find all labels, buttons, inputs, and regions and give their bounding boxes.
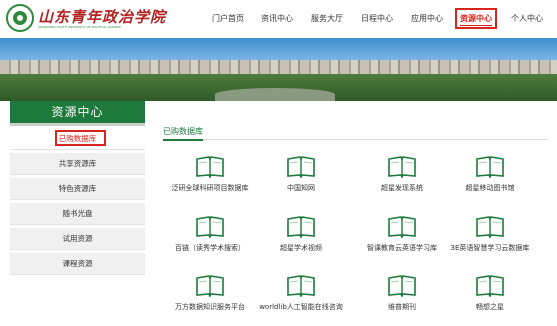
database-label: 维普期刊 (388, 303, 416, 311)
book-icon (388, 216, 416, 238)
campus-banner (0, 38, 557, 101)
divider (10, 149, 145, 150)
database-label: 畅想之星 (476, 303, 504, 311)
logo-text: 山东青年政治学院 (38, 8, 167, 26)
sidebar-item-label: 试用资源 (62, 234, 93, 243)
divider (10, 174, 145, 175)
sidebar-divider (10, 123, 145, 126)
database-item[interactable]: 中国知网 (256, 156, 346, 193)
sidebar-item-book-cd[interactable]: 随书光盘 (10, 203, 145, 225)
database-label: worldlib人工智能在线咨询 (259, 303, 343, 311)
sidebar-item-label: 特色资源库 (58, 184, 97, 193)
database-item[interactable]: 万方数据知识服务平台 (165, 275, 255, 312)
database-item[interactable]: 3E英语智慧学习云数据库 (445, 216, 535, 253)
nav-portal-home[interactable]: 门户首页 (212, 13, 244, 24)
emblem-icon (6, 4, 34, 32)
book-icon (196, 216, 224, 238)
sidebar-item-course-resources[interactable]: 课程资源 (10, 253, 145, 275)
sidebar-item-shared-resources[interactable]: 共享资源库 (10, 153, 145, 175)
university-logo[interactable]: 山东青年政治学院 SHANDONG YOUTH UNIVERSITY OF PO… (6, 4, 165, 34)
book-icon (388, 156, 416, 178)
top-bar: 山东青年政治学院 SHANDONG YOUTH UNIVERSITY OF PO… (0, 0, 557, 38)
database-label: 智课教育云英语学习库 (367, 244, 437, 252)
database-item[interactable]: 泛研全球科研项目数据库 (165, 156, 255, 193)
database-label: 百链（读秀学术搜索） (175, 244, 245, 252)
active-underline (460, 25, 492, 26)
selection-highlight (55, 130, 106, 146)
tab-baseline (163, 139, 548, 140)
nav-news-center[interactable]: 资讯中心 (261, 13, 293, 24)
sidebar-item-label: 共享资源库 (58, 159, 97, 168)
book-icon (476, 216, 504, 238)
database-item[interactable]: 超星移动图书馆 (445, 156, 535, 193)
logo-subtext: SHANDONG YOUTH UNIVERSITY OF POLITICAL S… (38, 25, 121, 29)
sidebar-item-special-resources[interactable]: 特色资源库 (10, 178, 145, 200)
book-icon (388, 275, 416, 297)
book-icon (196, 156, 224, 178)
divider (10, 274, 145, 275)
divider (10, 224, 145, 225)
database-label: 超星移动图书馆 (465, 184, 515, 192)
sidebar-item-label: 随书光盘 (62, 209, 93, 218)
database-label: 3E英语智慧学习云数据库 (450, 244, 530, 252)
database-item[interactable]: 超星学术视频 (256, 216, 346, 253)
book-icon (476, 156, 504, 178)
database-item[interactable]: 智课教育云英语学习库 (357, 216, 447, 253)
database-item[interactable]: 维普期刊 (357, 275, 447, 312)
database-label: 泛研全球科研项目数据库 (171, 184, 249, 192)
nav-app-center[interactable]: 应用中心 (411, 13, 443, 24)
database-label: 超星发现系统 (381, 184, 423, 192)
database-label: 中国知网 (287, 184, 315, 192)
database-item[interactable]: 超星发现系统 (357, 156, 447, 193)
sidebar-item-purchased-db[interactable]: 已购数据库 (10, 128, 145, 150)
database-label: 万方数据知识服务平台 (175, 303, 245, 311)
nav-schedule-center[interactable]: 日程中心 (361, 13, 393, 24)
banner-plaza (215, 88, 335, 101)
database-item[interactable]: 畅想之星 (445, 275, 535, 312)
divider (10, 199, 145, 200)
book-icon (287, 216, 315, 238)
divider (10, 249, 145, 250)
nav-resource-center-label: 资源中心 (460, 14, 492, 23)
nav-resource-center[interactable]: 资源中心 (455, 8, 497, 29)
nav-service-hall[interactable]: 服务大厅 (311, 13, 343, 24)
sidebar: 资源中心 已购数据库 共享资源库 特色资源库 随书光盘 试用资源 课程资源 (10, 101, 145, 321)
nav-personal-center[interactable]: 个人中心 (511, 13, 543, 24)
database-label: 超星学术视频 (280, 244, 322, 252)
sidebar-item-trial-resources[interactable]: 试用资源 (10, 228, 145, 250)
tab-purchased-db[interactable]: 已购数据库 (163, 126, 203, 141)
book-icon (196, 275, 224, 297)
database-item[interactable]: 百链（读秀学术搜索） (165, 216, 255, 253)
database-item[interactable]: worldlib人工智能在线咨询 (256, 275, 346, 312)
book-icon (476, 275, 504, 297)
book-icon (287, 156, 315, 178)
book-icon (287, 275, 315, 297)
sidebar-title: 资源中心 (10, 101, 145, 123)
sidebar-item-label: 课程资源 (62, 259, 93, 268)
